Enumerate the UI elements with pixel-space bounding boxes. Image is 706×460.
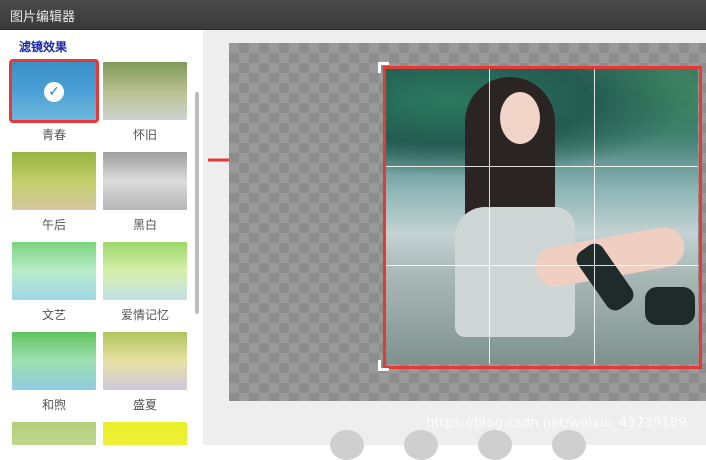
filter-thumb-wuhou[interactable] bbox=[12, 152, 96, 210]
flip-icon[interactable] bbox=[478, 430, 512, 460]
filter-sidebar: 滤镜效果 ✓ 青春 怀旧 午后 黑白 文艺 爱情记忆 和煦 盛夏 bbox=[0, 30, 203, 445]
filter-thumb[interactable] bbox=[103, 422, 187, 445]
filter-label: 青春 bbox=[41, 128, 66, 142]
filter-thumb-wenyi[interactable] bbox=[12, 242, 96, 300]
filter-label: 文艺 bbox=[41, 308, 66, 322]
checkmark-icon: ✓ bbox=[44, 82, 64, 102]
filter-label: 午后 bbox=[41, 218, 66, 232]
filter-section-label: 滤镜效果 bbox=[19, 40, 68, 54]
rotate-left-icon[interactable] bbox=[330, 430, 364, 460]
title-bar: 图片编辑器 bbox=[0, 0, 706, 30]
filter-label: 黑白 bbox=[132, 218, 157, 232]
filter-label: 爱情记忆 bbox=[120, 308, 169, 322]
filter-thumb-shengxia[interactable] bbox=[103, 332, 187, 390]
filter-thumb-heibai[interactable] bbox=[103, 152, 187, 210]
rotate-right-icon[interactable] bbox=[404, 430, 438, 460]
crop-handle-top-left[interactable] bbox=[378, 62, 389, 73]
window-title: 图片编辑器 bbox=[10, 10, 76, 25]
filter-label: 和煦 bbox=[41, 398, 66, 412]
crop-frame[interactable] bbox=[383, 66, 702, 369]
watermark-text: https://blog.csdn.net/weixin_43739189 bbox=[426, 416, 687, 431]
filter-thumb-huaijiu[interactable] bbox=[103, 62, 187, 120]
crop-handle-bottom-left[interactable] bbox=[378, 360, 389, 371]
filter-thumb-qingchun[interactable]: ✓ bbox=[9, 59, 99, 123]
filter-thumb-aiqingjiyi[interactable] bbox=[103, 242, 187, 300]
filter-thumb[interactable] bbox=[12, 422, 96, 445]
sidebar-scrollbar-thumb[interactable] bbox=[195, 92, 199, 314]
filter-thumb-hexu[interactable] bbox=[12, 332, 96, 390]
filter-label: 盛夏 bbox=[132, 398, 157, 412]
send-icon[interactable] bbox=[552, 430, 586, 460]
filter-label: 怀旧 bbox=[132, 128, 157, 142]
